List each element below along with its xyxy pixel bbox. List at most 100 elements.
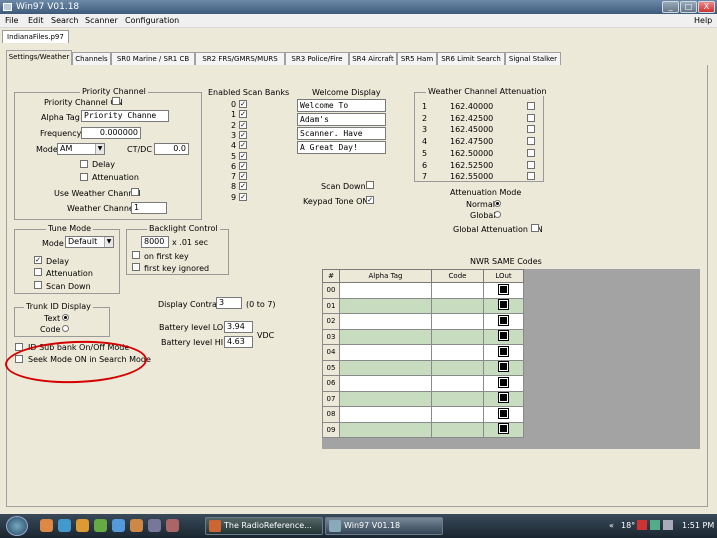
code-cell[interactable] <box>431 328 484 345</box>
use-weather-checkbox[interactable] <box>131 188 139 196</box>
alpha-tag-cell[interactable] <box>339 313 432 330</box>
program-icon[interactable] <box>166 519 179 532</box>
tab-sr6-limit[interactable]: SR6 Limit Search <box>437 52 505 65</box>
lockout-checkbox[interactable] <box>498 299 509 311</box>
tab-sr3-police[interactable]: SR3 Police/Fire <box>285 52 349 65</box>
ctdc-input[interactable]: 0.0 <box>154 143 189 155</box>
alpha-tag-cell[interactable] <box>339 297 432 314</box>
lockout-checkbox[interactable] <box>498 407 509 419</box>
weather-channel-checkbox[interactable] <box>527 148 535 157</box>
code-cell[interactable] <box>431 406 484 423</box>
tab-settings-weather[interactable]: Settings/Weather <box>6 50 72 65</box>
backlight-input[interactable]: 8000 <box>141 236 169 248</box>
weather-channel-checkbox[interactable] <box>527 160 535 169</box>
menu-edit[interactable]: Edit <box>28 14 44 28</box>
chevron-down-icon[interactable]: ▼ <box>95 144 104 154</box>
volume-icon[interactable] <box>663 520 673 530</box>
tray-m-icon[interactable] <box>637 520 647 530</box>
menu-scanner[interactable]: Scanner <box>85 14 118 28</box>
code-cell[interactable] <box>431 421 484 438</box>
lockout-checkbox[interactable] <box>498 392 509 404</box>
code-cell[interactable] <box>431 359 484 376</box>
tab-sr2-frs[interactable]: SR2 FRS/GMRS/MURS <box>195 52 285 65</box>
app-quicklaunch-icon[interactable] <box>130 519 143 532</box>
menu-search[interactable]: Search <box>51 14 78 28</box>
tab-signal-stalker[interactable]: Signal Stalker <box>505 52 561 65</box>
alpha-tag-input[interactable]: Priority Channe <box>81 110 169 122</box>
folder-icon[interactable] <box>94 519 107 532</box>
priority-on-checkbox[interactable] <box>112 97 120 105</box>
alpha-tag-cell[interactable] <box>339 406 432 423</box>
weather-channel-input[interactable]: 1 <box>131 202 167 214</box>
code-cell[interactable] <box>431 282 484 299</box>
battery-lo-input[interactable]: 3.94 <box>224 321 253 333</box>
quicklaunch-icon[interactable] <box>40 519 53 532</box>
display-contrast-input[interactable]: 3 <box>216 297 242 309</box>
alpha-tag-cell[interactable] <box>339 328 432 345</box>
alpha-tag-cell[interactable] <box>339 390 432 407</box>
scan-bank-checkbox[interactable]: ✓ <box>239 100 247 108</box>
scan-bank-checkbox[interactable]: ✓ <box>239 182 247 191</box>
weather-channel-checkbox[interactable] <box>527 113 535 122</box>
scan-bank-checkbox[interactable]: ✓ <box>239 141 247 150</box>
menu-help[interactable]: Help <box>694 14 712 28</box>
scan-down-checkbox[interactable] <box>366 181 374 189</box>
alpha-tag-cell[interactable] <box>339 344 432 361</box>
start-button[interactable] <box>6 516 28 536</box>
code-cell[interactable] <box>431 390 484 407</box>
tab-sr0-marine[interactable]: SR0 Marine / SR1 CB <box>111 52 195 65</box>
firefox-icon[interactable] <box>76 519 89 532</box>
tune-attenuation-checkbox[interactable] <box>34 268 42 276</box>
close-button[interactable]: X <box>698 1 715 13</box>
tune-mode-select[interactable]: Default ▼ <box>65 236 114 248</box>
mode-select[interactable]: AM ▼ <box>57 143 105 155</box>
scan-bank-checkbox[interactable]: ✓ <box>239 120 247 129</box>
scan-bank-checkbox[interactable]: ✓ <box>239 110 247 119</box>
alpha-tag-cell[interactable] <box>339 282 432 299</box>
trunk-text-radio[interactable] <box>62 314 69 321</box>
trunk-code-radio[interactable] <box>62 325 69 332</box>
code-cell[interactable] <box>431 375 484 392</box>
on-first-key-checkbox[interactable] <box>132 251 140 259</box>
frequency-input[interactable]: 0.000000 <box>81 127 141 139</box>
scan-bank-checkbox[interactable]: ✓ <box>239 172 247 181</box>
file-tab[interactable]: IndianaFiles.p97 <box>2 30 69 43</box>
desktop-icon[interactable] <box>148 519 161 532</box>
tab-sr5-ham[interactable]: SR5 Ham <box>397 52 437 65</box>
lockout-checkbox[interactable] <box>498 345 509 357</box>
task-radioreference[interactable]: The RadioReference... <box>205 517 323 535</box>
task-win97[interactable]: Win97 V01.18 <box>325 517 443 535</box>
alpha-tag-cell[interactable] <box>339 375 432 392</box>
welcome-line-4[interactable]: A Great Day! <box>297 141 386 154</box>
menu-file[interactable]: File <box>5 14 18 28</box>
tab-channels[interactable]: Channels <box>72 52 111 65</box>
alpha-tag-cell[interactable] <box>339 359 432 376</box>
battery-hi-input[interactable]: 4.63 <box>224 336 253 348</box>
scan-bank-checkbox[interactable]: ✓ <box>239 151 247 160</box>
weather-channel-checkbox[interactable] <box>527 125 535 134</box>
browser-icon[interactable] <box>58 519 71 532</box>
lockout-checkbox[interactable] <box>498 376 509 388</box>
chevron-down-icon[interactable]: ▼ <box>104 237 113 247</box>
scan-bank-checkbox[interactable]: ✓ <box>239 130 247 139</box>
priority-attenuation-checkbox[interactable] <box>80 173 88 181</box>
lockout-checkbox[interactable] <box>498 314 509 326</box>
code-cell[interactable] <box>431 313 484 330</box>
code-cell[interactable] <box>431 297 484 314</box>
normal-radio[interactable] <box>494 200 501 207</box>
priority-delay-checkbox[interactable] <box>80 160 88 168</box>
minimize-button[interactable]: _ <box>662 1 679 13</box>
lockout-checkbox[interactable] <box>498 283 509 295</box>
maximize-button[interactable]: □ <box>680 1 697 13</box>
scan-bank-checkbox[interactable]: ✓ <box>239 192 247 201</box>
global-attenuation-checkbox[interactable] <box>531 224 539 232</box>
tray-chevron-icon[interactable]: « <box>609 521 614 530</box>
first-key-ignored-checkbox[interactable] <box>132 263 140 271</box>
menu-configuration[interactable]: Configuration <box>125 14 179 28</box>
lockout-checkbox[interactable] <box>498 330 509 342</box>
keypad-tone-checkbox[interactable]: ✓ <box>366 196 374 204</box>
scan-bank-checkbox[interactable]: ✓ <box>239 161 247 170</box>
tune-scan-down-checkbox[interactable] <box>34 281 42 289</box>
media-icon[interactable] <box>112 519 125 532</box>
weather-channel-checkbox[interactable] <box>527 102 535 110</box>
